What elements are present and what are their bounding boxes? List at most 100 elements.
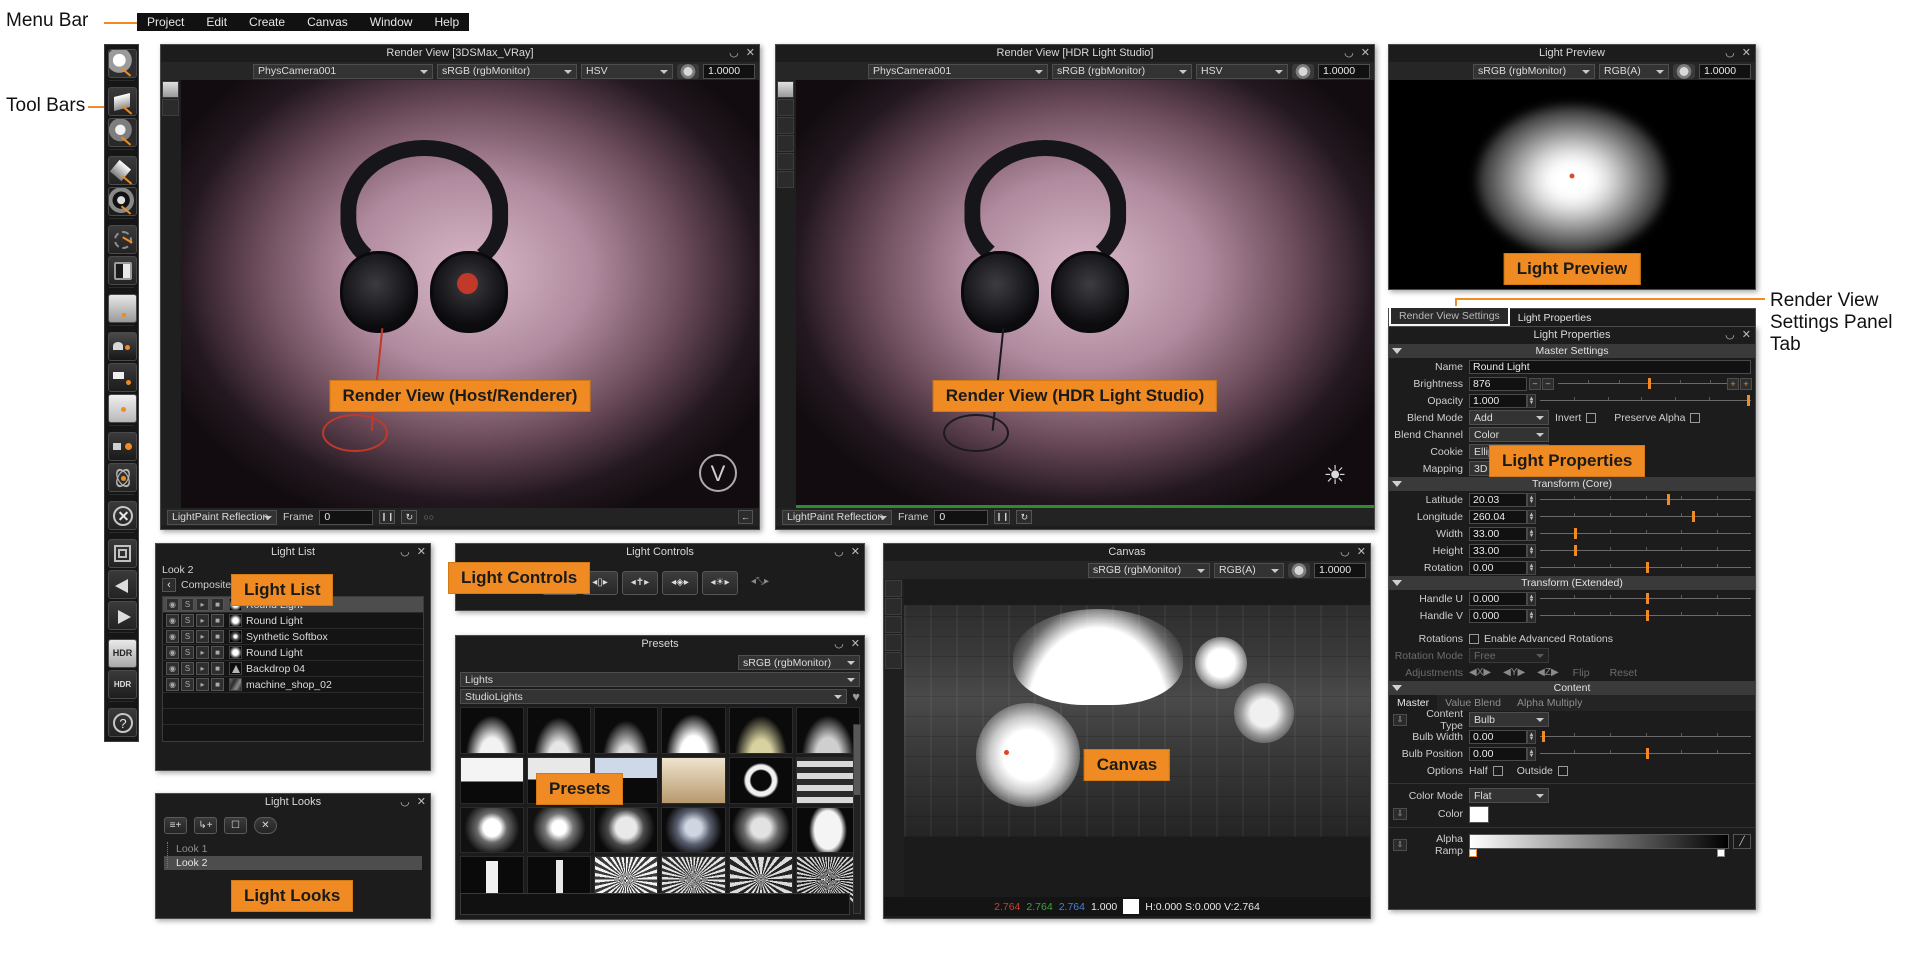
render-view-host-image[interactable]: V Render View (Host/Renderer) — [161, 80, 759, 508]
alpha-ramp-gradient[interactable]: ╱ — [1469, 834, 1751, 857]
select-toggle[interactable]: ▸ — [196, 646, 209, 659]
prop-row-rotations[interactable]: Rotations Enable Advanced Rotations — [1389, 630, 1755, 647]
prop-row-name[interactable]: Name Round Light — [1389, 358, 1755, 375]
heart-icon[interactable]: ♥ — [852, 689, 860, 704]
paint-tool-icon[interactable] — [777, 81, 794, 98]
lock-toggle[interactable]: ■ — [211, 614, 224, 627]
preset-cell[interactable] — [594, 707, 659, 754]
spot-light-icon[interactable] — [108, 118, 137, 147]
lock-toggle[interactable]: ■ — [211, 678, 224, 691]
hdr-refresh-icon[interactable]: HDR — [108, 670, 137, 699]
prop-row-rotation[interactable]: Rotation 0.00 ▲ ▼ — [1389, 559, 1755, 576]
colorspace-select[interactable]: sRGB (rgbMonitor) — [1052, 63, 1192, 79]
canvas-mini-toolbar[interactable] — [884, 579, 904, 897]
aperture-icon[interactable] — [1288, 562, 1310, 578]
refresh-button[interactable]: ↻ — [1016, 510, 1033, 524]
preset-subcategory-select[interactable]: StudioLights — [460, 689, 848, 704]
fit-tool-icon[interactable] — [777, 153, 794, 170]
height-slider[interactable] — [1540, 544, 1751, 558]
preset-cell[interactable] — [795, 707, 860, 754]
list-item[interactable]: ◉ S ▸ ■ Round Light — [163, 613, 423, 629]
prop-row-width[interactable]: Width 33.00 ▲ ▼ — [1389, 525, 1755, 542]
solo-toggle[interactable]: S — [181, 678, 194, 691]
pause-button[interactable]: ❙❙ — [379, 510, 396, 524]
collapse-triangle-icon[interactable] — [1392, 685, 1402, 691]
brightness-plus-button[interactable]: + — [1727, 377, 1739, 390]
prop-row-opacity[interactable]: Opacity 1.000 ▲ ▼ — [1389, 392, 1755, 409]
color-mode-select[interactable]: Flat — [1469, 788, 1549, 803]
presets-grid[interactable] — [460, 707, 860, 903]
latitude-slider[interactable] — [1540, 493, 1751, 507]
section-content[interactable]: Content — [1389, 681, 1755, 695]
help-icon[interactable]: ? — [108, 708, 137, 737]
light-paint-icon[interactable] — [108, 49, 137, 78]
diamond-light-icon[interactable] — [108, 156, 137, 185]
visibility-toggle[interactable]: ◉ — [166, 614, 179, 627]
prop-row-latitude[interactable]: Latitude 20.03 ▲ ▼ — [1389, 491, 1755, 508]
visibility-toggle[interactable]: ◉ — [166, 646, 179, 659]
list-item-empty[interactable] — [163, 709, 423, 725]
undock-icon[interactable]: ◡ — [1725, 46, 1735, 61]
handle-v-input[interactable]: 0.000 — [1469, 608, 1527, 623]
half-checkbox[interactable] — [1492, 765, 1503, 776]
add-child-look-icon[interactable]: ↳+ — [194, 817, 217, 834]
render-view-hdr-subbar[interactable]: PhysCamera001 sRGB (rgbMonitor) HSV 1.00… — [776, 62, 1374, 80]
preset-cell[interactable] — [661, 707, 726, 754]
undock-icon[interactable]: ◡ — [400, 795, 410, 810]
preset-cell[interactable] — [527, 707, 592, 754]
close-icon[interactable]: ✕ — [417, 795, 426, 810]
height-tool[interactable]: ◂✝▸ — [622, 571, 658, 595]
render-view-hdr-image[interactable]: ☀ Render View (HDR Light Studio) — [776, 80, 1374, 508]
exposure-value[interactable]: 1.0000 — [703, 63, 755, 79]
prop-row-bulb-position[interactable]: Bulb Position 0.00 ▲ ▼ — [1389, 745, 1755, 762]
colorspace-select[interactable]: sRGB (rgbMonitor) — [738, 655, 860, 670]
render-view-hdr-bottombar[interactable]: LightPaint Reflection Frame 0 ❙❙ ↻ — [776, 508, 1374, 526]
select-toggle[interactable]: ▸ — [196, 598, 209, 611]
preset-cell[interactable] — [728, 707, 793, 754]
prop-row-bulb-width[interactable]: Bulb Width 0.00 ▲ ▼ — [1389, 728, 1755, 745]
width-slider[interactable] — [1540, 527, 1751, 541]
prop-row-height[interactable]: Height 33.00 ▲ ▼ — [1389, 542, 1755, 559]
preset-cell[interactable] — [527, 806, 592, 854]
presets-panel[interactable]: Presets ◡ ✕ sRGB (rgbMonitor) Lights Stud… — [455, 635, 865, 920]
render-view-hdr-panel[interactable]: Render View [HDR Light Studio] ◡ ✕ PhysCa… — [775, 44, 1375, 530]
solo-toggle[interactable]: S — [181, 630, 194, 643]
ramp-stop-left[interactable] — [1469, 849, 1477, 857]
multi-light-icon[interactable] — [108, 187, 137, 216]
tab-light-properties[interactable]: Light Properties — [1509, 310, 1600, 326]
duplicate-icon[interactable] — [108, 539, 137, 568]
name-input[interactable]: Round Light — [1469, 359, 1751, 374]
menu-bar[interactable]: Project Edit Create Canvas Window Help — [137, 13, 470, 31]
rotate-dial-icon[interactable] — [108, 225, 137, 254]
lock-toggle[interactable]: ■ — [211, 630, 224, 643]
select-icon[interactable] — [885, 598, 902, 615]
close-icon[interactable]: ✕ — [746, 46, 755, 61]
color-swatch[interactable] — [1469, 805, 1489, 823]
back-chevron-icon[interactable]: ‹ — [162, 578, 176, 592]
canvas-subbar[interactable]: sRGB (rgbMonitor) RGB(A) 1.0000 — [884, 561, 1370, 579]
preset-cell[interactable] — [728, 756, 793, 804]
duplicate-look-icon[interactable]: ☐ — [224, 817, 247, 834]
paint-mode-select[interactable]: LightPaint Reflection — [167, 509, 277, 525]
select-toggle[interactable]: ▸ — [196, 614, 209, 627]
prop-row-alpha-ramp[interactable]: ⇩ Alpha Ramp ╱ — [1389, 831, 1755, 859]
panel-tab-strip[interactable]: Render View Settings Light Properties — [1388, 306, 1756, 326]
solo-toggle[interactable]: S — [181, 614, 194, 627]
look-item[interactable]: Look 2 — [164, 856, 422, 870]
presets-scrollbar[interactable] — [853, 724, 861, 914]
delete-look-icon[interactable]: ✕ — [254, 817, 277, 834]
light-preview-panel[interactable]: Light Preview ◡ ✕ sRGB (rgbMonitor) RGB(A… — [1388, 44, 1756, 290]
undock-icon[interactable]: ◡ — [834, 637, 844, 652]
opacity-input[interactable]: 1.000 — [1469, 393, 1527, 408]
select-toggle[interactable]: ▸ — [196, 630, 209, 643]
content-type-load-icon[interactable]: ⇩ — [1393, 713, 1407, 726]
white-bar-icon[interactable] — [108, 394, 137, 423]
hdr-icon[interactable]: HDR — [108, 639, 137, 668]
preset-cell[interactable] — [795, 806, 860, 854]
rotate-tool[interactable]: ◂◈▸ — [662, 571, 698, 595]
longitude-slider[interactable] — [1540, 510, 1751, 524]
brightness-input[interactable]: 876 — [1469, 376, 1527, 391]
cursor-tool-icon[interactable] — [162, 99, 179, 116]
solo-toggle[interactable]: S — [181, 598, 194, 611]
exposure-value[interactable]: 1.0000 — [1699, 63, 1751, 79]
